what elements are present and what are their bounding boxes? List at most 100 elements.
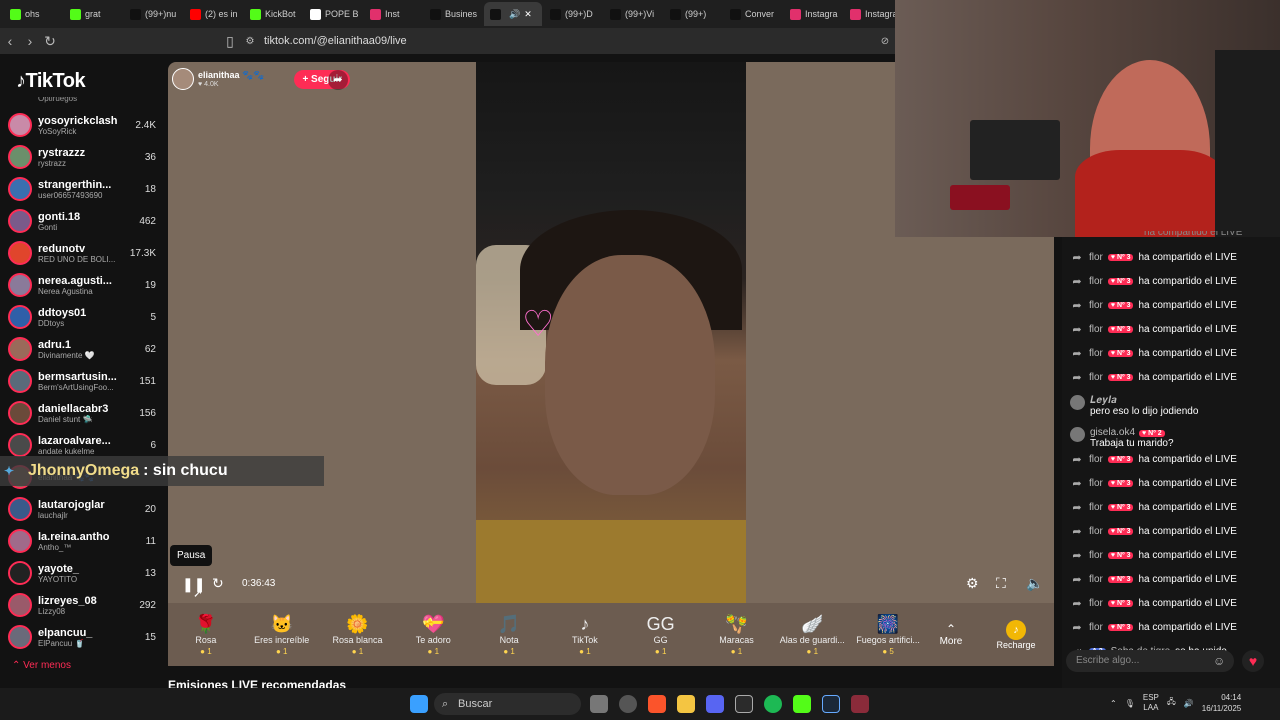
tab-audio-icon[interactable]: 🔊 <box>509 9 520 20</box>
more-gifts-button[interactable]: ⌃ More <box>926 622 976 647</box>
browser-tab[interactable]: (99+)D <box>544 2 602 26</box>
fullscreen-icon[interactable]: ⛶ <box>996 575 1006 592</box>
sidebar-live-item[interactable]: yayote_ YAYOTITO 13 <box>8 557 156 589</box>
sidebar-live-item[interactable]: strangerthin... user06657493690 18 <box>8 173 156 205</box>
file-explorer-icon[interactable] <box>677 695 695 713</box>
gift-item[interactable]: 🐱 Eres increíble ● 1 <box>244 613 320 656</box>
sidebar-live-item[interactable]: lizreyes_08 Lizzy08 292 <box>8 589 156 621</box>
browser-tab[interactable]: KickBot <box>244 2 302 26</box>
microphone-icon[interactable]: 🎙 <box>1125 699 1135 708</box>
archive-icon[interactable] <box>851 695 869 713</box>
gift-item[interactable]: 💝 Te adoro ● 1 <box>395 613 471 656</box>
gift-item[interactable]: 🌼 Rosa blanca ● 1 <box>320 613 396 656</box>
kick-icon[interactable] <box>793 695 811 713</box>
browser-tab[interactable]: ohs <box>4 2 62 26</box>
like-heart-icon[interactable]: ♥ <box>1242 650 1264 672</box>
task-view-icon[interactable] <box>590 695 608 713</box>
browser-tab[interactable]: Instagra <box>784 2 842 26</box>
gift-item[interactable]: GG GG ● 1 <box>623 613 699 656</box>
sidebar-live-item[interactable]: elpancuu_ ElPancuu 🥤 15 <box>8 621 156 653</box>
browser-tab[interactable]: (99+)nu <box>124 2 182 26</box>
sidebar-live-item[interactable]: redunotv RED UNO DE BOLI... 17.3K <box>8 237 156 269</box>
chat-username[interactable]: flor <box>1089 276 1103 287</box>
forward-icon[interactable]: › <box>20 33 40 49</box>
chat-username[interactable]: flor <box>1089 598 1103 609</box>
sidebar-live-item[interactable]: gonti.18 Gonti 462 <box>8 205 156 237</box>
sidebar-live-item[interactable]: lautarojoglar lauchajlr 20 <box>8 493 156 525</box>
sidebar-live-item[interactable]: ddtoys01 DDtoys 5 <box>8 301 156 333</box>
chevron-up-icon[interactable]: ⌃ <box>1110 699 1117 708</box>
clock[interactable]: 04:14 16/11/2025 <box>1202 692 1241 714</box>
app-icon[interactable] <box>735 695 753 713</box>
avatar[interactable] <box>1070 395 1085 410</box>
emoji-icon[interactable]: ☺ <box>1213 654 1225 668</box>
chat-username[interactable]: gisela.ok4 <box>1090 427 1135 438</box>
sidebar-live-item[interactable]: bermsartusin... Berm'sArtUsingFoo... 151 <box>8 365 156 397</box>
chat-username[interactable]: flor <box>1089 454 1103 465</box>
chat-username[interactable]: flor <box>1089 348 1103 359</box>
chat-username[interactable]: flor <box>1089 502 1103 513</box>
share-icon[interactable]: ➦ <box>328 70 348 90</box>
network-icon[interactable]: 🖧 <box>1167 696 1176 710</box>
chat-username[interactable]: flor <box>1089 478 1103 489</box>
gift-item[interactable]: 🪽 Alas de guardi... ● 1 <box>774 613 850 656</box>
language-indicator[interactable]: ESP LAA <box>1143 693 1159 713</box>
refresh-icon[interactable]: ↻ <box>212 575 224 592</box>
browser-tab[interactable]: POPE B <box>304 2 362 26</box>
host-avatar[interactable] <box>172 68 194 90</box>
avatar[interactable] <box>1070 427 1085 442</box>
sidebar-live-item[interactable]: nerea.agusti... Nerea Agustina 19 <box>8 269 156 301</box>
browser-tab[interactable]: Busines <box>424 2 482 26</box>
host-info[interactable]: elianithaa 🐾🐾 ♥ 4.0K + Seguir <box>172 66 354 92</box>
settings-icon[interactable]: ⚙ <box>966 575 979 592</box>
chat-username[interactable]: flor <box>1089 252 1103 263</box>
bookmark-icon[interactable]: ▯ <box>220 33 240 50</box>
taskbar-search[interactable]: ⌕ Buscar <box>434 693 581 715</box>
speaker-icon[interactable]: 🔊 <box>1184 699 1194 708</box>
browser-tab[interactable]: Instagra <box>844 2 900 26</box>
gift-item[interactable]: 🌹 Rosa ● 1 <box>168 613 244 656</box>
chat-input[interactable]: Escribe algo... <box>1066 650 1234 672</box>
no-cast-icon[interactable]: ⊘ <box>875 36 895 47</box>
steam-icon[interactable] <box>822 695 840 713</box>
host-name[interactable]: elianithaa 🐾🐾 <box>198 70 264 81</box>
sidebar-live-item[interactable]: daniellacabr3 Daniel stunt 🛸 156 <box>8 397 156 429</box>
chat-username[interactable]: flor <box>1089 574 1103 585</box>
tiktok-logo[interactable]: ♪TikTok <box>16 70 86 93</box>
browser-tab[interactable]: grat <box>64 2 122 26</box>
browser-tab[interactable]: Inst <box>364 2 422 26</box>
windows-start-icon[interactable] <box>410 695 428 713</box>
sidebar-live-item[interactable]: adru.1 Divinamente 🤍 62 <box>8 333 156 365</box>
browser-tab[interactable]: 🔊 ✕ <box>484 2 542 26</box>
chat-username[interactable]: flor <box>1089 300 1103 311</box>
spotify-icon[interactable] <box>764 695 782 713</box>
chat-username[interactable]: flor <box>1089 372 1103 383</box>
see-less-link[interactable]: ⌃ Ver menos <box>12 660 71 671</box>
sidebar-live-item[interactable]: rystrazzz rystrazz 36 <box>8 141 156 173</box>
chat-username[interactable]: flor <box>1089 622 1103 633</box>
tab-close-icon[interactable]: ✕ <box>524 9 532 20</box>
chat-username[interactable]: flor <box>1089 526 1103 537</box>
sidebar-live-item[interactable]: yosoyrickclash YoSoyRick 2.4K <box>8 109 156 141</box>
brave-icon[interactable] <box>648 695 666 713</box>
chrome-icon[interactable] <box>619 695 637 713</box>
sidebar-live-item[interactable]: la.reina.antho Antho_™ 11 <box>8 525 156 557</box>
browser-tab[interactable]: (99+) <box>664 2 722 26</box>
browser-tab[interactable]: (2) es in <box>184 2 242 26</box>
site-settings-icon[interactable]: ⚙ <box>240 36 260 47</box>
back-icon[interactable]: ‹ <box>0 33 20 49</box>
chat-username[interactable]: flor <box>1089 550 1103 561</box>
browser-tab[interactable]: (99+)Vi <box>604 2 662 26</box>
gift-item[interactable]: ♪ TikTok ● 1 <box>547 613 623 656</box>
gift-item[interactable]: 🎆 Fuegos artifici... ● 5 <box>850 613 926 656</box>
gift-item[interactable]: 🎵 Nota ● 1 <box>471 613 547 656</box>
volume-icon[interactable]: 🔈 <box>1026 575 1043 592</box>
reload-icon[interactable]: ↻ <box>40 33 60 50</box>
discord-icon[interactable] <box>706 695 724 713</box>
browser-tab[interactable]: Conver <box>724 2 782 26</box>
recharge-button[interactable]: ♪ Recharge <box>986 619 1046 650</box>
url-text[interactable]: tiktok.com/@elianithaa09/live <box>264 35 407 47</box>
gift-item[interactable]: 🪇 Maracas ● 1 <box>699 613 775 656</box>
chat-username[interactable]: flor <box>1089 324 1103 335</box>
chat-username[interactable]: 𝑳𝒆𝒚𝒍𝒂 <box>1090 395 1117 406</box>
